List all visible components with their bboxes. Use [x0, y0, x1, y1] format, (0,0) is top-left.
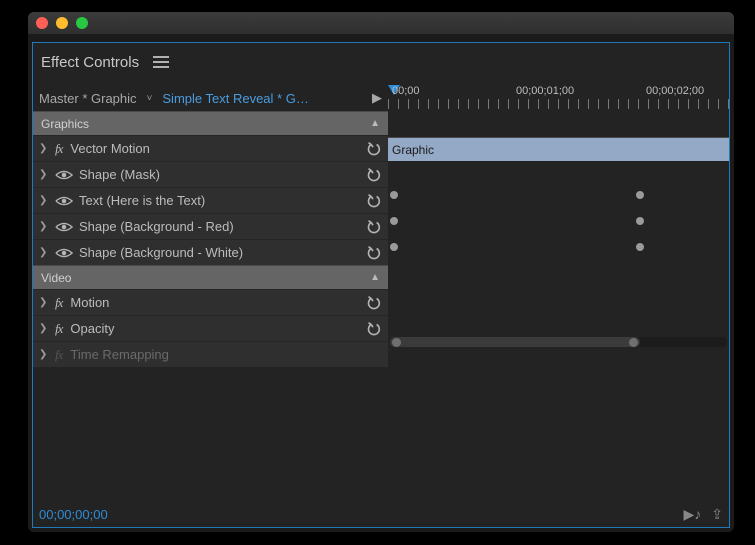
group-label: Video [41, 271, 71, 285]
row-label: Opacity [68, 321, 364, 336]
clip-label: Graphic [392, 143, 434, 157]
window-minimize-button[interactable] [56, 17, 68, 29]
eye-icon[interactable] [55, 195, 73, 207]
property-list: Graphics ▲ ❯ fx Vector Motion ❯ Shape (M… [33, 111, 388, 367]
reset-button[interactable] [364, 194, 382, 208]
disclosure-icon[interactable]: ❯ [39, 221, 51, 232]
export-icon[interactable]: ⇪ [711, 506, 723, 523]
breadcrumb-sequence[interactable]: Simple Text Reveal * G… [162, 91, 308, 106]
window-titlebar [28, 12, 734, 34]
current-timecode[interactable]: 00;00;00;00 [39, 507, 108, 522]
timeline-zoom-scrollbar[interactable] [390, 337, 727, 347]
timeline-area[interactable]: Graphic [388, 111, 729, 367]
disclosure-icon[interactable]: ❯ [39, 323, 51, 334]
keyframe[interactable] [636, 243, 644, 251]
collapse-arrow-icon[interactable]: ▲ [370, 272, 380, 283]
timeline-ruler[interactable]: 00;00 00;00;01;00 00;00;02;00 [388, 85, 729, 111]
disclosure-icon[interactable]: ❯ [39, 143, 51, 154]
clip-bar[interactable]: Graphic [388, 137, 729, 161]
row-opacity[interactable]: ❯ fx Opacity [33, 315, 388, 341]
ruler-label: 00;00;01;00 [516, 85, 574, 97]
row-label: Vector Motion [68, 141, 364, 156]
row-vector-motion[interactable]: ❯ fx Vector Motion [33, 135, 388, 161]
reset-button[interactable] [364, 296, 382, 310]
row-shape-bg-white[interactable]: ❯ Shape (Background - White) [33, 239, 388, 265]
scrollbar-handle-left[interactable] [392, 338, 401, 347]
row-label: Time Remapping [68, 347, 382, 362]
keyframe-area [388, 161, 729, 327]
chevron-down-icon[interactable]: ˅ [147, 93, 153, 104]
keyframe[interactable] [390, 191, 398, 199]
show-timeline-icon[interactable]: ▶ [372, 90, 382, 106]
disclosure-icon[interactable]: ❯ [39, 195, 51, 206]
ruler-label: 00;00;02;00 [646, 85, 704, 97]
eye-icon[interactable] [55, 247, 73, 259]
row-label: Shape (Mask) [77, 167, 364, 182]
row-label: Shape (Background - White) [77, 245, 364, 260]
eye-icon[interactable] [55, 169, 73, 181]
disclosure-icon[interactable]: ❯ [39, 349, 51, 360]
window-close-button[interactable] [36, 17, 48, 29]
effect-controls-panel: Effect Controls Master * Graphic ˅ Simpl… [32, 42, 730, 528]
keyframe[interactable] [636, 191, 644, 199]
reset-button[interactable] [364, 220, 382, 234]
row-label: Motion [68, 295, 364, 310]
keyframe[interactable] [390, 217, 398, 225]
breadcrumb-master[interactable]: Master * Graphic [39, 91, 137, 106]
row-motion[interactable]: ❯ fx Motion [33, 289, 388, 315]
reset-button[interactable] [364, 168, 382, 182]
keyframe[interactable] [636, 217, 644, 225]
app-window: Effect Controls Master * Graphic ˅ Simpl… [28, 12, 734, 532]
keyframe[interactable] [390, 243, 398, 251]
row-shape-mask[interactable]: ❯ Shape (Mask) [33, 161, 388, 187]
panel-title: Effect Controls [41, 54, 139, 71]
row-time-remapping[interactable]: ❯ fx Time Remapping [33, 341, 388, 367]
fx-badge-icon[interactable]: fx [55, 295, 62, 311]
reset-button[interactable] [364, 142, 382, 156]
panel-menu-icon[interactable] [153, 53, 169, 71]
fx-badge-icon[interactable]: fx [55, 141, 62, 157]
fx-badge-icon[interactable]: fx [55, 321, 62, 337]
reset-button[interactable] [364, 246, 382, 260]
row-label: Shape (Background - Red) [77, 219, 364, 234]
row-shape-bg-red[interactable]: ❯ Shape (Background - Red) [33, 213, 388, 239]
scrollbar-thumb[interactable] [390, 337, 640, 347]
group-header-graphics[interactable]: Graphics ▲ [33, 111, 388, 135]
disclosure-icon[interactable]: ❯ [39, 297, 51, 308]
row-label: Text (Here is the Text) [77, 193, 364, 208]
reset-button[interactable] [364, 322, 382, 336]
disclosure-icon[interactable]: ❯ [39, 247, 51, 258]
fx-badge-disabled-icon: fx [55, 347, 62, 363]
collapse-arrow-icon[interactable]: ▲ [370, 118, 380, 129]
group-header-video[interactable]: Video ▲ [33, 265, 388, 289]
scrollbar-handle-right[interactable] [629, 338, 638, 347]
eye-icon[interactable] [55, 221, 73, 233]
disclosure-icon[interactable]: ❯ [39, 169, 51, 180]
window-maximize-button[interactable] [76, 17, 88, 29]
group-label: Graphics [41, 117, 89, 131]
toggle-playback-icon[interactable]: ▶♪ [683, 506, 701, 523]
row-text[interactable]: ❯ Text (Here is the Text) [33, 187, 388, 213]
ruler-label: 00;00 [392, 85, 420, 97]
